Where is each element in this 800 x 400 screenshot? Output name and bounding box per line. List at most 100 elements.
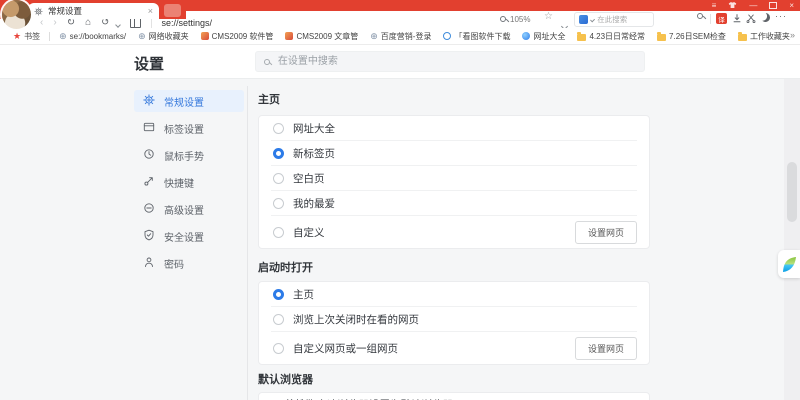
radio-unchecked[interactable] (273, 122, 284, 134)
bookmark-item[interactable]: ⊕ 网络收藏夹 (133, 31, 194, 42)
bookmark-item[interactable]: ★ 书签 (8, 31, 45, 42)
bookmark-item[interactable]: 工作收藏夹 (733, 31, 795, 42)
folder-icon (577, 31, 587, 41)
quick-search-input[interactable] (597, 15, 649, 24)
bookmark-item[interactable]: 网址大全 (517, 31, 570, 42)
recently-closed-icon[interactable]: ↺ (101, 17, 109, 28)
set-webpage-button[interactable]: 设置网页 (574, 336, 637, 360)
option-row[interactable]: 新标签页 (259, 141, 649, 165)
zoom-level: 105% (510, 14, 531, 24)
window-controls: ≡ — × (712, 0, 794, 11)
split-view-icon[interactable] (129, 17, 141, 28)
bookmark-item[interactable]: CMS2009 文章管 (280, 31, 363, 42)
divider (49, 31, 51, 41)
radio-unchecked[interactable] (273, 197, 284, 209)
radio-unchecked[interactable] (273, 313, 284, 325)
option-row[interactable]: 网址大全 (259, 116, 649, 140)
forward-icon[interactable]: › (53, 17, 56, 28)
section-heading: 默认浏览器 (258, 374, 313, 386)
quick-search-box[interactable] (574, 12, 654, 27)
close-window-button[interactable]: × (789, 1, 794, 10)
back-icon[interactable]: ‹ (40, 17, 43, 28)
bookmark-item[interactable]: ⊕ 百度营销-登录 (365, 31, 436, 42)
favorite-star-icon[interactable]: ☆ (544, 11, 553, 22)
recent-dropdown-icon[interactable] (114, 21, 121, 28)
find-in-page-icon[interactable] (697, 13, 703, 19)
side-panel-handle[interactable] (778, 250, 800, 278)
translate-icon[interactable]: 译 (716, 13, 727, 24)
screenshot-scissors-icon[interactable] (746, 13, 756, 23)
bookmark-label: 书签 (24, 31, 41, 41)
night-mode-moon-icon[interactable] (761, 13, 770, 22)
radio-unchecked[interactable] (273, 172, 284, 184)
option-row[interactable]: 我的最爱 (259, 191, 649, 215)
settings-section: 默认浏览器将搜狗高速浏览器设置为默认浏览器 (258, 374, 650, 400)
bookmark-item[interactable]: 7.26日SEM检查 (652, 31, 731, 42)
bookmark-item[interactable]: 4.23日日常经常 (572, 31, 650, 42)
set-webpage-button[interactable]: 设置网页 (574, 220, 637, 244)
radio-checked[interactable] (273, 147, 284, 159)
option-row[interactable]: 自定义网页或一组网页 设置网页 (259, 332, 649, 364)
user-avatar[interactable] (2, 0, 31, 29)
option-label: 自定义网页或一组网页 (293, 342, 398, 355)
zoom-icon (500, 16, 506, 22)
browser-tab[interactable]: 常规设置 × (28, 3, 159, 19)
sidebar-item-label: 高级设置 (164, 205, 204, 217)
sidebar-item-常规设置[interactable]: 常规设置 (134, 90, 244, 112)
refresh-icon[interactable]: ↻ (67, 17, 75, 28)
tab-close-icon[interactable]: × (148, 6, 153, 16)
option-row[interactable]: 浏览上次关闭时在看的网页 (259, 307, 649, 331)
search-engine-icon[interactable] (579, 15, 588, 24)
sidebar-item-label: 标签设置 (164, 124, 204, 136)
radio-unchecked[interactable] (273, 226, 284, 238)
section-heading: 启动时打开 (258, 262, 313, 274)
address-url[interactable]: se://settings/ (162, 18, 213, 28)
bookmarks-overflow-icon[interactable]: » (790, 30, 795, 40)
globe-icon: ⊕ (59, 30, 67, 41)
sidebar-item-标签设置[interactable]: 标签设置 (134, 117, 244, 139)
cms-favicon (285, 32, 294, 40)
scrollbar-track[interactable] (784, 78, 800, 400)
scrollbar-thumb[interactable] (787, 162, 797, 222)
option-row[interactable]: 主页 (259, 282, 649, 306)
divider (710, 14, 711, 24)
divider (150, 17, 152, 28)
options-card: 主页 浏览上次关闭时在看的网页自定义网页或一组网页 设置网页 (258, 281, 650, 365)
bookmark-item[interactable]: 「看图软件下载 (438, 31, 515, 42)
bookmark-label: 「看图软件下载 (454, 31, 511, 41)
engine-dropdown-icon[interactable] (590, 16, 596, 23)
radio-unchecked[interactable] (273, 342, 284, 354)
maximize-button[interactable] (769, 2, 778, 9)
sidebar-item-label: 鼠标手势 (164, 151, 204, 163)
sidebar-item-密码[interactable]: 密码 (134, 252, 244, 274)
options-card: 网址大全 新标签页 空白页 我的最爱自定义 设置网页 (258, 115, 650, 249)
cms-favicon (200, 32, 209, 40)
download-icon[interactable] (732, 13, 742, 23)
sidebar-item-安全设置[interactable]: 安全设置 (134, 225, 244, 247)
menu-icon[interactable]: ≡ (712, 1, 717, 10)
folder-icon (657, 31, 667, 41)
bookmark-item[interactable]: CMS2009 软件管 (196, 31, 279, 42)
home-icon[interactable]: ⌂ (85, 17, 91, 28)
option-row[interactable]: 自定义 设置网页 (259, 216, 649, 248)
zoom-indicator[interactable]: 105% (500, 12, 530, 26)
minimize-button[interactable]: — (749, 1, 757, 10)
option-label: 自定义 (293, 226, 325, 239)
option-row[interactable]: 将搜狗高速浏览器设置为默认浏览器 (259, 393, 649, 400)
options-card: 将搜狗高速浏览器设置为默认浏览器 (258, 392, 650, 400)
sidebar-divider (247, 86, 248, 400)
sidebar-item-快捷键[interactable]: 快捷键 (134, 171, 244, 193)
new-tab-button[interactable] (164, 4, 181, 17)
bookmark-item[interactable]: ⊕ se://bookmarks/ (54, 30, 131, 41)
radio-checked[interactable] (273, 288, 284, 300)
more-menu-icon[interactable]: ··· (775, 11, 787, 21)
settings-search-input[interactable] (275, 55, 636, 68)
shield-icon (143, 229, 155, 244)
settings-search-box[interactable] (255, 51, 645, 72)
theme-skin-icon[interactable] (728, 1, 737, 11)
option-row[interactable]: 空白页 (259, 166, 649, 190)
sidebar-item-鼠标手势[interactable]: 鼠标手势 (134, 144, 244, 166)
sidebar-item-高级设置[interactable]: 高级设置 (134, 198, 244, 220)
person-icon (143, 256, 155, 271)
tabs-icon (143, 121, 155, 136)
